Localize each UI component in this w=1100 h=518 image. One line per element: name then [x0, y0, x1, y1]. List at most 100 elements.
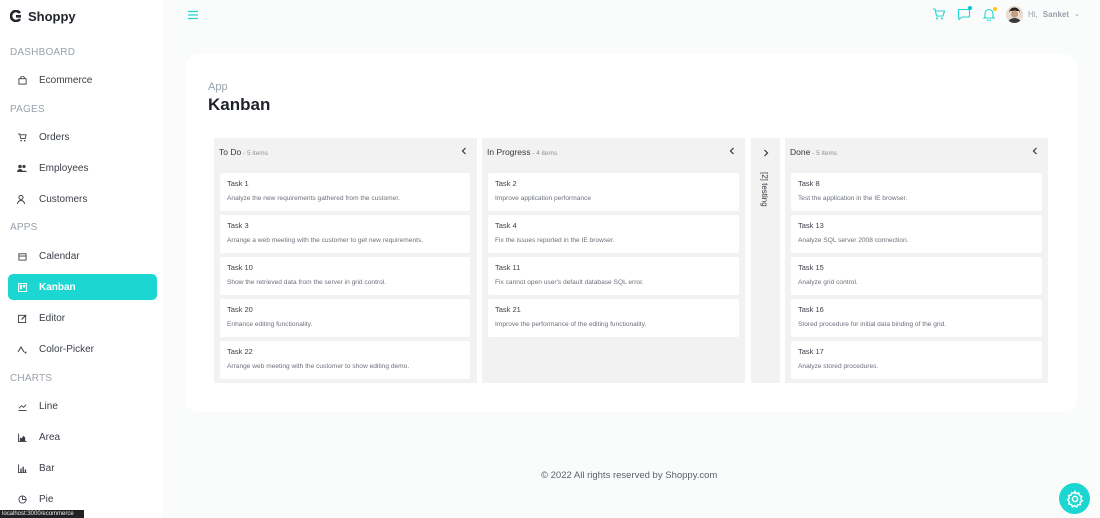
- task-title: Task 3: [227, 221, 249, 230]
- bell-notification-dot: [993, 7, 997, 11]
- color-picker-icon: [17, 344, 27, 354]
- sidebar-item-label: Customers: [39, 193, 88, 205]
- chevron-left-icon[interactable]: [459, 146, 469, 156]
- sidebar-item-color-picker[interactable]: Color-Picker: [8, 336, 157, 362]
- sidebar-item-employees[interactable]: Employees: [8, 155, 157, 181]
- kanban-card-task[interactable]: Task 13 Analyze SQL server 2008 connecti…: [791, 215, 1042, 253]
- sidebar-item-calendar[interactable]: Calendar: [8, 243, 157, 269]
- sidebar: Shoppy DASHBOARD Ecommerce PAGES Orders …: [0, 0, 163, 518]
- cart-icon: [17, 132, 27, 142]
- collapsed-column-label: [2] testing: [760, 172, 769, 207]
- sidebar-item-label: Line: [39, 400, 58, 412]
- kanban-card-task[interactable]: Task 17 Analyze stored procedures.: [791, 341, 1042, 379]
- shoppy-logo-icon: [10, 10, 22, 22]
- chevron-right-icon[interactable]: [761, 148, 771, 158]
- kanban-card-task[interactable]: Task 3 Arrange a web meeting with the cu…: [220, 215, 470, 253]
- column-count: - 5 items: [241, 150, 268, 157]
- kanban-card-task[interactable]: Task 11 Fix cannot open user's default d…: [488, 257, 739, 295]
- avatar: [1006, 5, 1023, 23]
- sidebar-item-ecommerce[interactable]: Ecommerce: [8, 67, 157, 93]
- column-count: - 5 items: [810, 150, 838, 157]
- bell-icon[interactable]: [982, 7, 997, 21]
- kanban-card-task[interactable]: Task 10 Show the retrieved data from the…: [220, 257, 470, 295]
- brand-name: Shoppy: [28, 8, 76, 24]
- kanban-card-task[interactable]: Task 15 Analyze grid control.: [791, 257, 1042, 295]
- sidebar-item-customers[interactable]: Customers: [8, 186, 157, 212]
- sidebar-item-line[interactable]: Line: [8, 393, 157, 419]
- task-title: Task 15: [798, 263, 824, 272]
- sidebar-item-label: Employees: [39, 162, 89, 174]
- sidebar-item-label: Calendar: [39, 250, 80, 262]
- sidebar-item-area[interactable]: Area: [8, 424, 157, 450]
- line-chart-icon: [17, 401, 27, 411]
- footer-copyright: © 2022 All rights reserved by Shoppy.com: [541, 470, 718, 481]
- sidebar-item-label: Ecommerce: [39, 74, 93, 86]
- chevron-left-icon[interactable]: [1030, 146, 1040, 156]
- task-title: Task 17: [798, 347, 824, 356]
- kanban-card-task[interactable]: Task 16 Stored procedure for initial dat…: [791, 299, 1042, 337]
- task-summary: Arrange web meeting with the customer to…: [227, 363, 410, 370]
- column-header: In Progress - 4 items: [487, 147, 557, 157]
- sidebar-item-bar[interactable]: Bar: [8, 455, 157, 481]
- greeting: Hi,: [1028, 9, 1038, 19]
- pie-chart-icon: [17, 494, 27, 504]
- task-title: Task 20: [227, 305, 253, 314]
- kanban-card-task[interactable]: Task 2 Improve application performance: [488, 173, 739, 211]
- task-summary: Analyze grid control.: [798, 279, 858, 286]
- task-summary: Improve application performance: [495, 195, 592, 202]
- column-header: To Do - 5 items: [219, 147, 268, 157]
- sidebar-item-pie[interactable]: Pie: [8, 486, 157, 512]
- section-dashboard: DASHBOARD: [10, 47, 76, 58]
- chat-notification-dot: [968, 6, 972, 10]
- kanban-card-task[interactable]: Task 1 Analyze the new requirements gath…: [220, 173, 470, 211]
- kanban-card-task[interactable]: Task 20 Enhance editing functionality.: [220, 299, 470, 337]
- cart-icon[interactable]: [932, 7, 946, 21]
- status-bar-url: localhost:3000/ecommerce: [0, 510, 84, 518]
- task-title: Task 1: [227, 179, 249, 188]
- sidebar-item-orders[interactable]: Orders: [8, 124, 157, 150]
- brand-logo[interactable]: Shoppy: [10, 7, 76, 25]
- sidebar-item-editor[interactable]: Editor: [8, 305, 157, 331]
- kanban-column-in-progress: In Progress - 4 items Task 2 Improve app…: [482, 138, 745, 383]
- menu-icon[interactable]: [187, 10, 199, 20]
- kanban-card-task[interactable]: Task 4 Fix the issues reported in the IE…: [488, 215, 739, 253]
- settings-button[interactable]: [1059, 483, 1090, 514]
- kanban-card-task[interactable]: Task 22 Arrange web meeting with the cus…: [220, 341, 470, 379]
- gear-icon: [1066, 489, 1084, 508]
- user-icon: [17, 194, 27, 204]
- column-title: To Do: [219, 147, 242, 157]
- sidebar-item-label: Color-Picker: [39, 343, 95, 355]
- section-apps: APPS: [10, 222, 38, 233]
- sidebar-item-label: Area: [39, 431, 61, 443]
- calendar-icon: [17, 251, 27, 261]
- sidebar-item-kanban[interactable]: Kanban: [8, 274, 157, 300]
- chevron-left-icon[interactable]: [727, 146, 737, 156]
- sidebar-item-label: Editor: [39, 312, 66, 324]
- kanban-icon: [17, 282, 27, 292]
- task-summary: Analyze SQL server 2008 connection.: [798, 237, 909, 244]
- sidebar-item-label: Kanban: [39, 281, 76, 293]
- breadcrumb: App: [208, 81, 228, 93]
- kanban-card-task[interactable]: Task 8 Test the application in the IE br…: [791, 173, 1042, 211]
- task-summary: Stored procedure for initial data bindin…: [798, 321, 947, 328]
- edit-icon: [17, 313, 27, 323]
- column-header: Done - 5 items: [790, 147, 837, 157]
- people-icon: [17, 163, 27, 173]
- task-summary: Test the application in the IE browser.: [798, 195, 908, 202]
- section-charts: CHARTS: [10, 373, 53, 384]
- task-title: Task 2: [495, 179, 517, 188]
- task-title: Task 10: [227, 263, 253, 272]
- task-title: Task 4: [495, 221, 517, 230]
- kanban-column-testing-collapsed[interactable]: [2] testing: [751, 138, 780, 383]
- task-summary: Enhance editing functionality.: [227, 321, 313, 328]
- kanban-card-task[interactable]: Task 21 Improve the performance of the e…: [488, 299, 739, 337]
- task-title: Task 22: [227, 347, 253, 356]
- column-count: - 4 items: [530, 150, 558, 157]
- task-title: Task 13: [798, 221, 824, 230]
- task-title: Task 21: [495, 305, 521, 314]
- task-title: Task 16: [798, 305, 824, 314]
- chat-icon[interactable]: [957, 6, 972, 21]
- task-summary: Show the retrieved data from the server …: [227, 279, 387, 286]
- user-profile[interactable]: Hi, Sanket ⌄: [1006, 5, 1080, 23]
- shopping-bag-icon: [17, 75, 27, 85]
